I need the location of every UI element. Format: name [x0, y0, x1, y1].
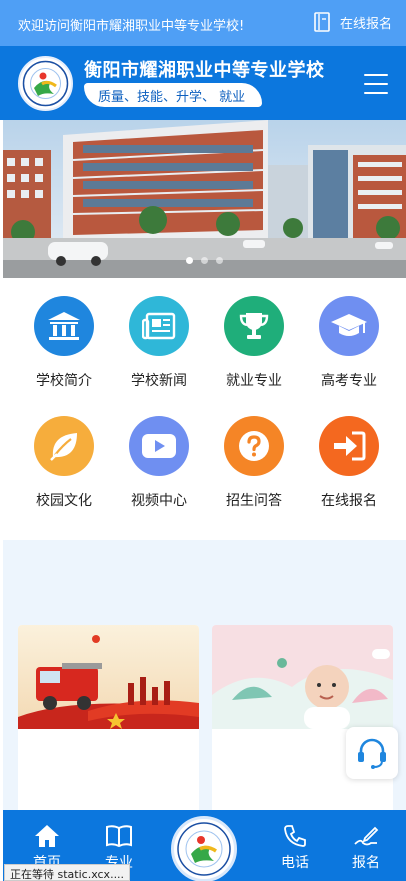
institution-icon [34, 296, 94, 356]
school-logo-emblem [22, 60, 69, 107]
home-icon [35, 825, 59, 847]
carousel-dots[interactable] [3, 257, 406, 264]
grid-item-employment-majors[interactable]: 就业专业 [206, 296, 302, 390]
grid-item-video-center[interactable]: 视频中心 [111, 416, 207, 510]
grid-label: 在线报名 [321, 493, 377, 509]
grid-label: 学校新闻 [131, 373, 187, 389]
grid-item-online-signup[interactable]: 在线报名 [301, 416, 397, 510]
welcome-text: 欢迎访问衡阳市耀湘职业中等专业学校! [18, 19, 245, 34]
site-header: 衡阳市耀湘职业中等专业学校 质量、技能、升学、 就业 [0, 46, 406, 120]
video-play-icon [129, 416, 189, 476]
carousel-dot[interactable] [186, 257, 193, 264]
nav-center-logo[interactable] [171, 816, 237, 881]
graduation-cap-icon [319, 296, 379, 356]
carousel-dot[interactable] [201, 257, 208, 264]
trophy-icon [224, 296, 284, 356]
school-name: 衡阳市耀湘职业中等专业学校 [84, 60, 325, 81]
grid-label: 就业专业 [226, 373, 282, 389]
grid-item-school-news[interactable]: 学校新闻 [111, 296, 207, 390]
banner-campus-image [3, 120, 406, 278]
online-signup-link[interactable]: 在线报名 [314, 12, 392, 32]
grid-item-gaokao-majors[interactable]: 高考专业 [301, 296, 397, 390]
browser-status-bar: 正在等待 static.xcx.... [4, 864, 131, 881]
question-icon [224, 416, 284, 476]
grid-label: 校园文化 [36, 493, 92, 509]
top-bar: 欢迎访问衡阳市耀湘职业中等专业学校! 在线报名 [0, 0, 406, 46]
online-signup-label: 在线报名 [339, 16, 392, 32]
hamburger-menu-icon[interactable] [364, 74, 388, 94]
newspaper-icon [129, 296, 189, 356]
grid-item-school-intro[interactable]: 学校简介 [16, 296, 112, 390]
pen-sign-icon [354, 826, 379, 846]
fire-truck-image [18, 625, 199, 729]
news-card[interactable] [212, 625, 393, 815]
school-logo-emblem [177, 822, 231, 876]
school-logo[interactable] [18, 56, 73, 111]
grid-label: 视频中心 [131, 493, 187, 509]
nav-signup-label: 报名 [352, 855, 380, 871]
slogan-badge: 质量、技能、升学、 就业 [84, 83, 262, 107]
grid-label: 学校简介 [36, 373, 92, 389]
headset-icon [358, 738, 386, 769]
nav-phone-label: 电话 [281, 855, 309, 871]
grid-item-admission-qa[interactable]: 招生问答 [206, 416, 302, 510]
leaf-icon [34, 416, 94, 476]
nav-phone[interactable]: 电话 [265, 824, 325, 872]
baby-image [212, 625, 393, 729]
news-card[interactable] [18, 625, 199, 815]
nav-signup[interactable]: 报名 [336, 824, 396, 872]
phone-icon [284, 825, 306, 847]
grid-label: 高考专业 [321, 373, 377, 389]
grid-item-campus-culture[interactable]: 校园文化 [16, 416, 112, 510]
document-icon [314, 12, 330, 32]
customer-service-button[interactable] [346, 727, 398, 779]
book-icon [106, 825, 132, 848]
banner-carousel[interactable] [3, 120, 406, 278]
grid-label: 招生问答 [226, 493, 282, 509]
sign-in-icon [319, 416, 379, 476]
carousel-dot[interactable] [216, 257, 223, 264]
